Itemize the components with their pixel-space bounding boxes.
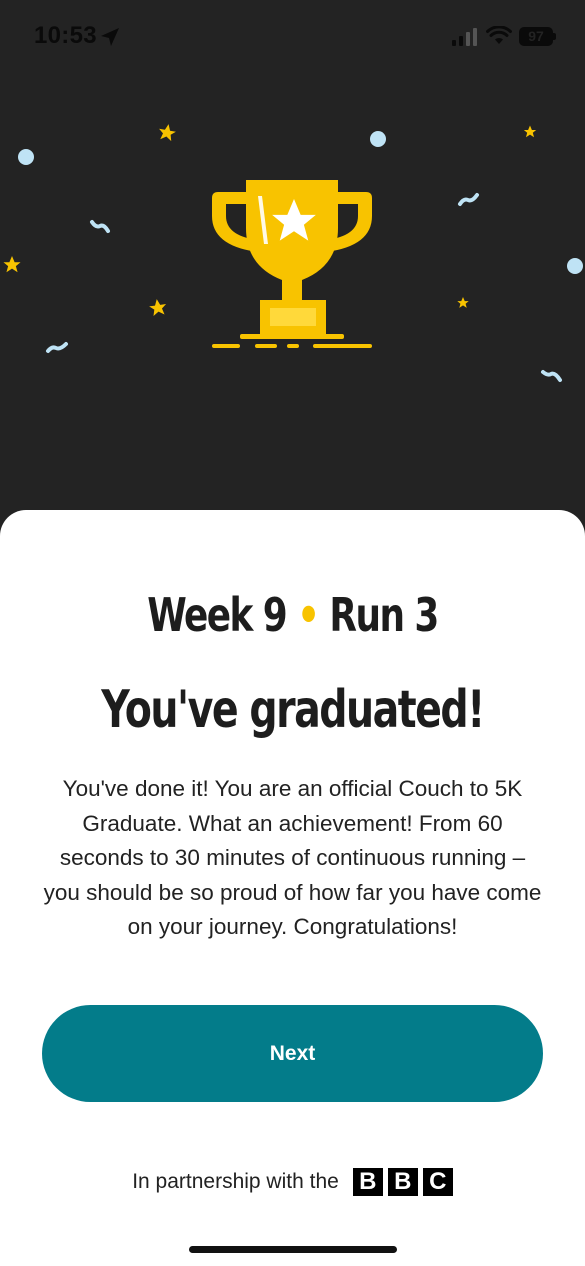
home-indicator[interactable] (189, 1246, 397, 1253)
separator-dot: • (297, 588, 320, 642)
battery-indicator: 97 (519, 27, 553, 46)
confetti-squiggle (90, 220, 110, 233)
bbc-letter: B (387, 1168, 418, 1196)
signal-icon (452, 28, 477, 46)
next-button[interactable]: Next (42, 1005, 543, 1102)
partnership-text: In partnership with the (132, 1170, 339, 1193)
week-label: Week 9 (147, 588, 287, 642)
location-arrow-icon (101, 28, 119, 46)
star-icon (149, 299, 167, 316)
graduation-sheet: Week 9 • Run 3 You've graduated! You've … (0, 510, 585, 1266)
confetti-layer (3, 124, 583, 382)
confetti-squiggle (46, 342, 68, 353)
confetti-dot (18, 149, 34, 165)
celebration-hero (0, 76, 585, 516)
trophy-icon (212, 180, 372, 348)
status-time: 10:53 (34, 22, 97, 49)
confetti-squiggle (458, 193, 479, 206)
star-icon (457, 297, 469, 308)
bbc-letter: C (422, 1168, 453, 1196)
confetti-dot (567, 258, 583, 274)
run-label: Run 3 (329, 588, 439, 642)
bbc-letter: B (352, 1168, 383, 1196)
star-icon (159, 124, 176, 142)
partnership-footer: In partnership with the B B C (0, 1167, 585, 1197)
star-icon (3, 256, 21, 273)
week-run-label: Week 9 • Run 3 (64, 588, 520, 642)
star-icon (523, 125, 537, 138)
graduation-message: You've done it! You are an official Couc… (43, 776, 542, 939)
status-bar: 10:53 97 (0, 0, 585, 76)
confetti-squiggle (541, 370, 562, 382)
bbc-logo: B B C (352, 1168, 453, 1196)
wifi-icon (486, 26, 512, 44)
confetti-dot (370, 131, 386, 147)
page-title: You've graduated! (101, 680, 485, 740)
battery-cap (553, 33, 556, 40)
